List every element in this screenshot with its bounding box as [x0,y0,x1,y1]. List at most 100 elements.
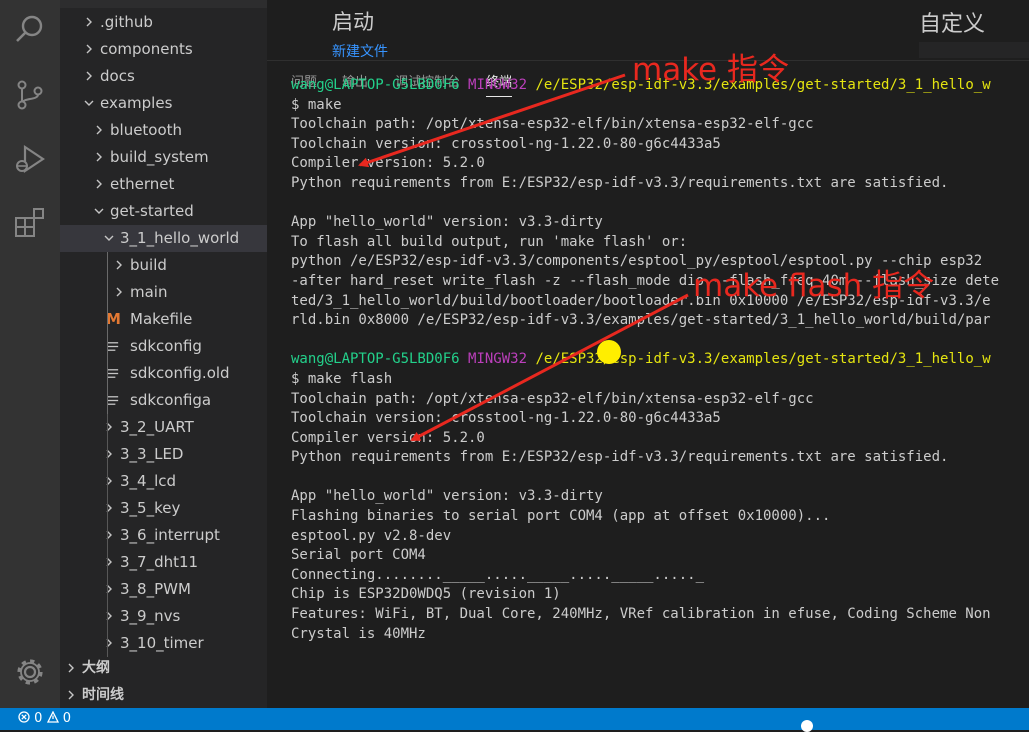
tree-folder[interactable]: main [60,279,267,306]
tree-item-label: .github [100,13,153,31]
tree-folder[interactable]: 3_2_UART [60,414,267,441]
terminal-line: Toolchain path: /opt/xtensa-esp32-elf/bi… [291,116,814,133]
chevron-right-icon [102,603,116,630]
timeline-label: 时间线 [82,687,124,703]
run-debug-icon[interactable] [13,142,47,176]
tree-item-label: 3_9_nvs [120,607,181,625]
make-flash-annotation: make flash 指令 [693,268,935,304]
tree-item-label: build_system [110,148,209,166]
chevron-right-icon [112,279,126,306]
outline-section[interactable]: 大纲 [60,655,267,682]
tree-folder[interactable]: .github [60,9,267,36]
search-icon[interactable] [13,12,47,46]
terminal-line: Toolchain version: crosstool-ng-1.22.0-8… [291,410,721,427]
activity-bar [0,0,60,708]
chevron-right-icon [82,36,96,63]
terminal-line: Serial port COM4 [291,547,426,564]
terminal-line: App "hello_world" version: v3.3-dirty [291,488,603,505]
error-count: 0 [34,711,43,726]
terminal-line: App "hello_world" version: v3.3-dirty [291,214,603,231]
chevron-down-icon [92,198,106,225]
tree-item-label: get-started [110,202,194,220]
chevron-right-icon [102,468,116,495]
tree-folder[interactable]: 3_8_PWM [60,576,267,603]
tree-item-label: examples [100,94,173,112]
editor-area: 启动 新建文件 自定义 问题 输出 调试控制台 终端 wang@LAPTOP-G… [267,0,1029,709]
file-lines-icon [106,360,122,387]
tree-folder[interactable]: 3_9_nvs [60,603,267,630]
tree-folder[interactable]: 3_6_interrupt [60,522,267,549]
tree-item-label: components [100,40,193,58]
terminal-line: Compiler version: 5.2.0 [291,429,485,446]
tree-item-label: 3_6_interrupt [120,526,220,544]
status-bar: 0 0 [0,708,1029,730]
terminal-line: Python requirements from E:/ESP32/esp-id… [291,449,949,466]
settings-gear-icon[interactable] [13,655,47,689]
terminal-line: Chip is ESP32D0WDQ5 (revision 1) [291,586,561,603]
warning-count: 0 [62,711,71,726]
status-indicator [801,720,813,732]
chevron-right-icon [102,522,116,549]
timeline-section[interactable]: 时间线 [60,682,267,708]
tree-file[interactable]: M Makefile [60,306,267,333]
tree-item-label: 3_4_lcd [120,472,177,490]
terminal-line: Connecting........_____....._____.....__… [291,566,705,583]
new-file-link[interactable]: 新建文件 [332,41,388,61]
tree-folder[interactable]: bluetooth [60,117,267,144]
tree-item-label: sdkconfig.old [130,364,230,382]
indent-guide-active [107,252,108,414]
chevron-right-icon [92,117,106,144]
chevron-down-icon [102,225,116,252]
tree-folder[interactable]: 3_5_key [60,495,267,522]
tree-file[interactable]: sdkconfiga [60,387,267,414]
customize-heading: 自定义 [919,12,986,37]
tree-folder[interactable]: ethernet [60,171,267,198]
terminal-line: Python requirements from E:/ESP32/esp-id… [291,174,949,191]
outline-label: 大纲 [82,660,110,676]
tree-folder[interactable]: 3_10_timer [60,630,267,657]
chevron-right-icon [112,252,126,279]
terminal-line: Crystal is 40MHz [291,625,426,642]
tree-folder[interactable]: get-started [60,198,267,225]
tree-item-label: build [130,256,167,274]
tree-item-label: 3_1_hello_world [120,229,240,247]
tree-item-label: 3_5_key [120,499,181,517]
chevron-right-icon [92,171,106,198]
explorer-header [60,0,267,8]
source-control-icon[interactable] [13,78,47,112]
tree-folder[interactable]: 3_7_dht11 [60,549,267,576]
terminal-line: Features: WiFi, BT, Dual Core, 240MHz, V… [291,606,991,623]
tree-folder[interactable]: 3_1_hello_world [60,225,267,252]
tree-item-label: main [130,283,168,301]
terminal-line: $ make flash [291,370,393,387]
chevron-right-icon [102,549,116,576]
tree-file[interactable]: sdkconfig [60,333,267,360]
tree-folder[interactable]: 3_4_lcd [60,468,267,495]
problems-status[interactable]: 0 0 [18,710,71,726]
tree-folder[interactable]: 3_3_LED [60,441,267,468]
prompt-user: wang@LAPTOP-G5LBD0F6 [291,77,460,93]
terminal-line: To flash all build output, run 'make fla… [291,233,688,250]
tree-item-label: sdkconfiga [130,391,212,409]
file-lines-icon [106,333,122,360]
prompt-user: wang@LAPTOP-G5LBD0F6 [291,351,460,368]
prompt-host: MINGW32 [468,351,528,368]
tree-file[interactable]: sdkconfig.old [60,360,267,387]
tree-item-label: 3_2_UART [120,418,194,436]
tree-folder[interactable]: build [60,252,267,279]
tree-folder[interactable]: examples [60,90,267,117]
terminal-line: rld.bin 0x8000 /e/ESP32/esp-idf-v3.3/exa… [291,312,991,329]
tree-folder[interactable]: docs [60,63,267,90]
make-annotation: make 指令 [632,52,789,88]
chevron-right-icon [102,414,116,441]
tree-folder[interactable]: build_system [60,144,267,171]
terminal-line: Toolchain path: /opt/xtensa-esp32-elf/bi… [291,390,814,407]
chevron-right-icon [82,9,96,36]
tree-folder[interactable]: components [60,36,267,63]
terminal-output[interactable]: wang@LAPTOP-G5LBD0F6 MINGW32 /e/ESP32/es… [291,76,1029,644]
extensions-icon[interactable] [13,206,47,240]
terminal-line: $ make [291,96,342,113]
